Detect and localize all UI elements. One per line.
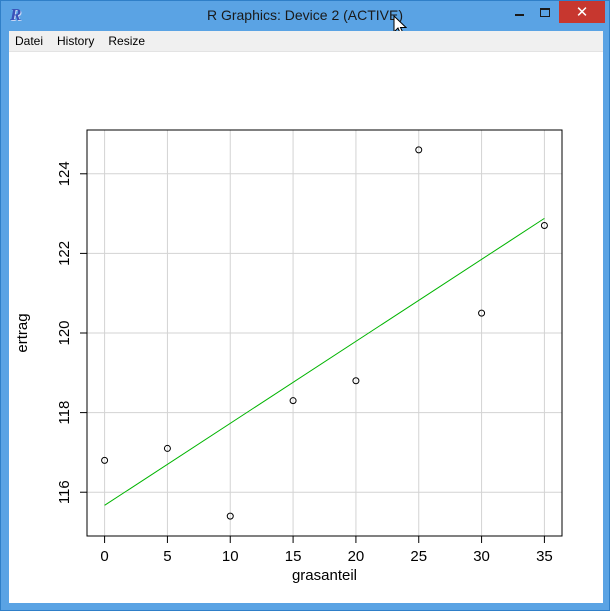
y-tick-label: 124 (56, 161, 73, 186)
menu-bar: Datei History Resize (9, 31, 603, 52)
menu-item-resize[interactable]: Resize (101, 31, 152, 51)
y-tick-label: 116 (56, 480, 73, 504)
close-icon: ✕ (575, 2, 589, 21)
maximize-icon (540, 7, 550, 17)
menu-item-datei[interactable]: Datei (9, 31, 50, 51)
menu-item-history[interactable]: History (50, 31, 101, 51)
regression-line (104, 217, 545, 506)
x-tick-label: 10 (222, 548, 239, 565)
x-tick-label: 5 (163, 548, 171, 565)
y-tick-label: 118 (56, 401, 73, 425)
y-axis-label: ertrag (14, 313, 31, 352)
x-axis-label: grasanteil (292, 567, 357, 584)
x-tick-label: 0 (100, 548, 108, 565)
maximize-button[interactable] (532, 1, 558, 23)
close-button[interactable]: ✕ (559, 1, 605, 23)
title-bar[interactable]: R R Graphics: Device 2 (ACTIVE) ✕ (1, 1, 609, 31)
y-tick-label: 120 (56, 320, 73, 345)
axes: 0 5 10 15 20 25 30 35 116 118 120 122 124 (56, 161, 553, 565)
x-tick-label: 20 (348, 548, 365, 565)
client-area: Datei History Resize 0 5 10 15 20 25 30 35 116 11… (9, 31, 603, 603)
x-tick-label: 15 (285, 548, 302, 565)
minimize-button[interactable] (506, 1, 532, 23)
x-tick-label: 35 (536, 548, 553, 565)
scatter-plot: 0 5 10 15 20 25 30 35 116 118 120 122 124 grasanteil… (14, 129, 563, 584)
grid (87, 130, 562, 536)
r-graphics-window: R R Graphics: Device 2 (ACTIVE) ✕ Datei … (0, 0, 610, 611)
x-tick-label: 25 (410, 548, 427, 565)
y-tick-label: 122 (56, 241, 73, 266)
minimize-icon (514, 14, 524, 16)
x-tick-label: 30 (473, 548, 490, 565)
